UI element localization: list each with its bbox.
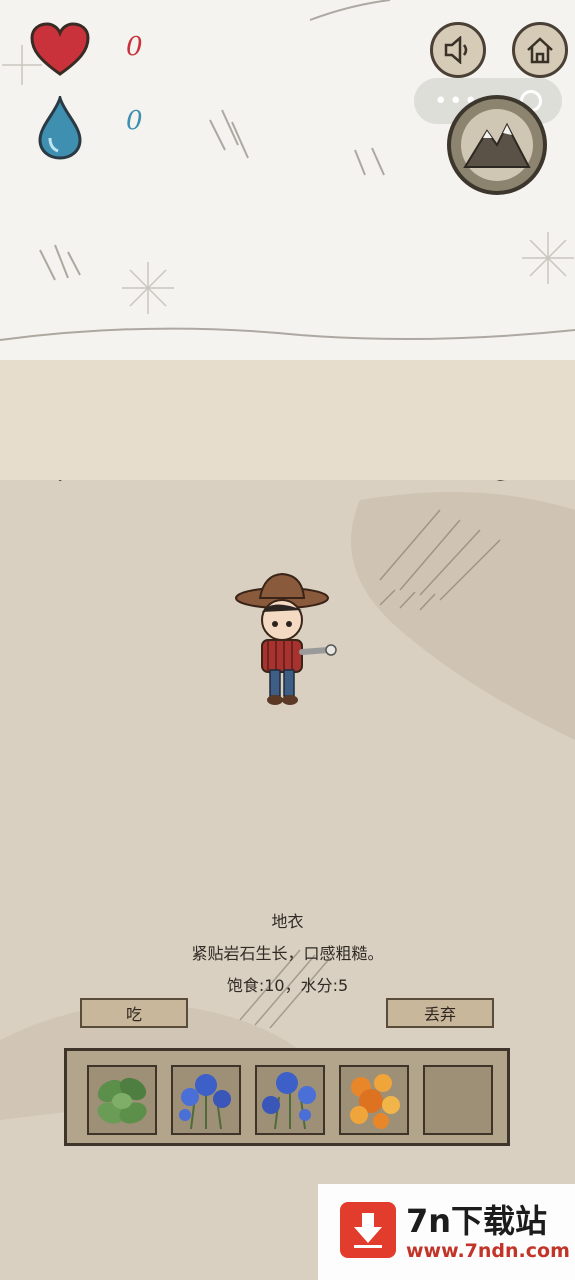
mountain-map-button[interactable] <box>447 95 547 195</box>
sound-button[interactable] <box>430 22 486 78</box>
item-name: 地衣 <box>271 912 304 931</box>
cowboy-character <box>235 572 337 705</box>
inventory-bar <box>64 1048 510 1146</box>
distant-ground <box>0 360 575 490</box>
blue-cornflower-icon <box>262 1072 316 1130</box>
inventory-slot-2[interactable] <box>171 1065 241 1135</box>
mint-leaves-icon <box>97 1077 147 1124</box>
watermark-title: 7n下载站 <box>406 1202 548 1240</box>
inventory-slot-3[interactable] <box>255 1065 325 1135</box>
home-icon <box>527 37 553 64</box>
orange-lichen-icon <box>350 1074 400 1129</box>
inventory-slot-4[interactable] <box>339 1065 409 1135</box>
discard-button[interactable]: 丢弃 <box>386 998 494 1028</box>
home-button[interactable] <box>512 22 568 78</box>
game-scene: 0 0 ••• 地衣 紧贴岩石生长，口感粗糙。 饱食:10，水分:5 吃 丢弃 … <box>0 0 575 1280</box>
mountain-icon <box>461 109 533 181</box>
watermark-url: www.7ndn.com <box>406 1240 570 1262</box>
eat-button[interactable]: 吃 <box>80 998 188 1028</box>
item-description: 紧贴岩石生长，口感粗糙。 <box>191 944 384 963</box>
watermark-banner: 7n下载站 www.7ndn.com <box>318 1184 575 1280</box>
water-drop-icon <box>38 96 82 160</box>
download-arrow-icon <box>340 1202 396 1258</box>
blue-cornflower-icon <box>179 1074 231 1130</box>
inventory-slot-1[interactable] <box>87 1065 157 1135</box>
water-stat: 0 <box>30 96 143 160</box>
speaker-icon <box>444 36 468 64</box>
heart-icon <box>30 22 90 76</box>
health-stat: 0 <box>30 22 143 78</box>
health-value: 0 <box>126 32 143 62</box>
inventory-slot-empty[interactable] <box>423 1065 493 1135</box>
water-value: 0 <box>126 106 143 136</box>
item-stats: 饱食:10，水分:5 <box>226 976 349 995</box>
